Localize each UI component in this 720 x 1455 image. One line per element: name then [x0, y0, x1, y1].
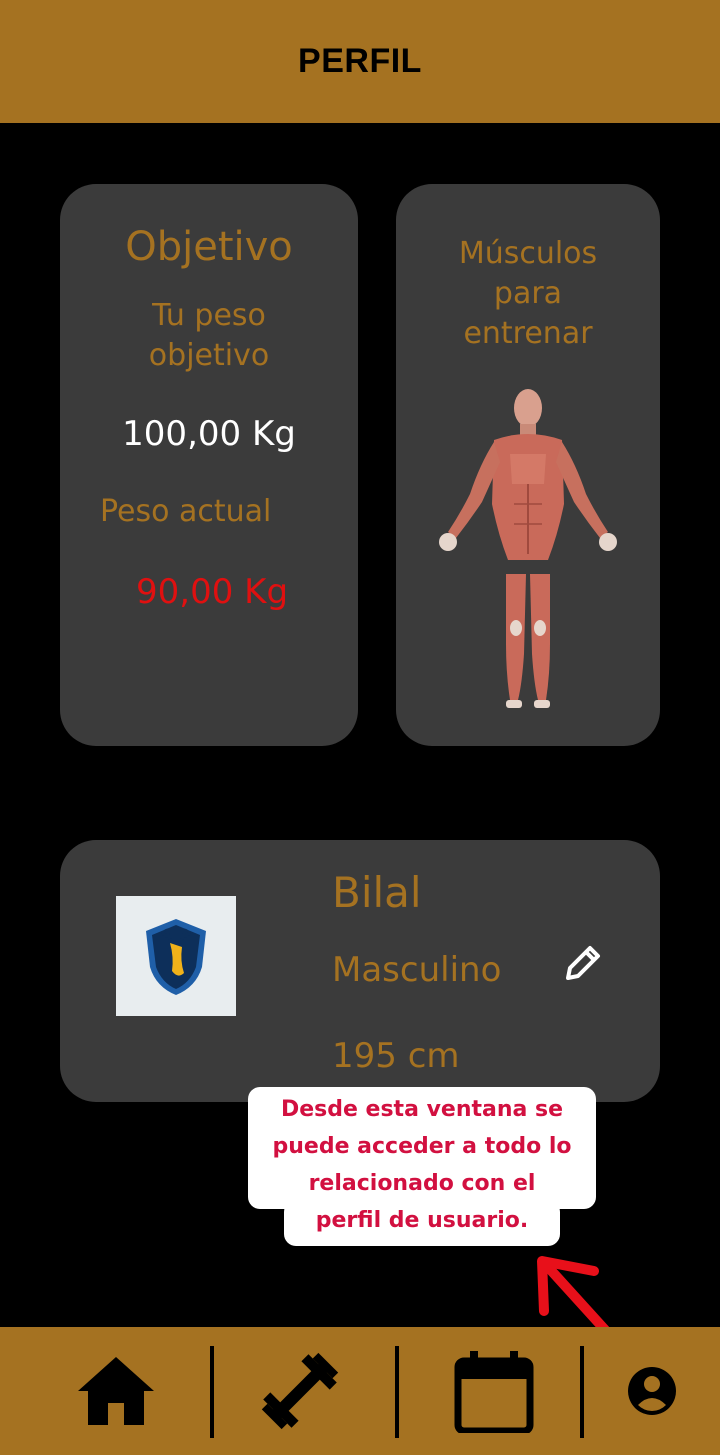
nav-divider	[580, 1346, 584, 1438]
account-circle-icon	[628, 1367, 676, 1415]
muscles-title-line2: para	[493, 276, 563, 311]
goal-weight-label-line1: Tu peso	[152, 298, 266, 333]
profile-height: 195 cm	[332, 1036, 460, 1076]
calendar-icon	[454, 1351, 534, 1433]
callout-line2: puede acceder a todo lo	[272, 1134, 572, 1159]
profile-gender: Masculino	[332, 950, 502, 990]
profile-card[interactable]: Bilal Masculino 195 cm	[60, 840, 660, 1102]
nav-workout-button[interactable]	[244, 1327, 356, 1455]
goal-weight-label-line2: objetivo	[148, 338, 270, 373]
muscles-title: Músculos para entrenar	[396, 234, 660, 354]
current-weight-value: 90,00 Kg	[136, 572, 289, 612]
help-callout: Desde esta ventana se puede acceder a to…	[248, 1087, 596, 1245]
nav-divider	[395, 1346, 399, 1438]
avatar	[116, 896, 236, 1016]
home-icon	[78, 1357, 154, 1425]
profile-name: Bilal	[332, 868, 422, 917]
dumbbell-icon	[261, 1352, 339, 1430]
nav-divider	[210, 1346, 214, 1438]
app-header: PERFIL	[0, 0, 720, 123]
deer-shield-logo	[146, 919, 206, 995]
objetivo-card[interactable]: Objetivo Tu peso objetivo 100,00 Kg Peso…	[60, 184, 358, 746]
callout-line4: perfil de usuario.	[315, 1208, 529, 1233]
pencil-icon[interactable]	[558, 940, 606, 988]
current-weight-label: Peso actual	[100, 494, 272, 529]
callout-line3: relacionado con el	[308, 1171, 536, 1196]
nav-profile-button[interactable]	[616, 1327, 688, 1455]
muscle-anatomy-figure	[439, 389, 617, 708]
nav-calendar-button[interactable]	[436, 1327, 552, 1455]
objetivo-title: Objetivo	[125, 224, 293, 270]
goal-weight-value: 100,00 Kg	[122, 414, 296, 454]
goal-weight-label: Tu peso objetivo	[60, 296, 358, 376]
callout-line1: Desde esta ventana se	[280, 1097, 564, 1122]
muscles-card[interactable]: Músculos para entrenar	[396, 184, 660, 746]
page-title: PERFIL	[298, 42, 422, 80]
muscles-title-line1: Músculos	[458, 236, 598, 271]
nav-home-button[interactable]	[60, 1327, 172, 1455]
bottom-nav	[0, 1327, 720, 1455]
muscles-title-line3: entrenar	[463, 316, 593, 351]
